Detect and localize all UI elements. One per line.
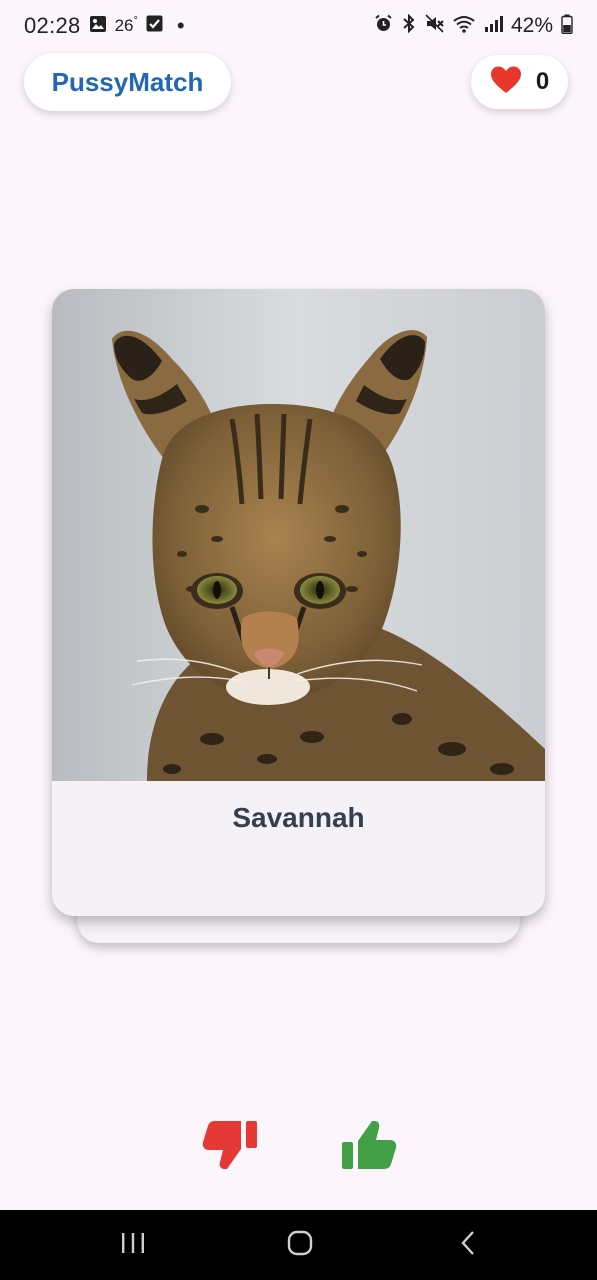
status-right: 42% [374,13,573,39]
battery-icon [561,14,573,39]
battery-percent: 42% [510,14,553,37]
home-icon [287,1230,313,1261]
bluetooth-icon [401,13,417,38]
status-left: 02:28 26° • [24,13,185,39]
wifi-icon [453,14,475,38]
recents-button[interactable] [93,1210,173,1280]
status-temperature: 26° [114,15,138,36]
back-icon [459,1230,477,1261]
dot-icon: • [176,13,185,38]
back-button[interactable] [428,1210,508,1280]
likes-counter[interactable]: 0 [471,55,568,109]
likes-count: 0 [535,68,550,95]
thumbs-down-icon [201,1118,259,1177]
home-button[interactable] [260,1210,340,1280]
heart-icon [490,66,522,99]
temperature-unit: ° [133,15,138,27]
app-title: PussyMatch [51,66,204,97]
cat-photo [52,289,545,781]
like-button[interactable] [338,1118,400,1176]
cat-breed-name: Savannah [232,802,365,833]
navigation-bar [0,1210,597,1280]
brand-pill: PussyMatch [24,53,231,111]
status-time: 02:28 [24,13,81,38]
thumbs-up-icon [340,1118,398,1177]
signal-icon [483,14,503,38]
mute-icon [425,14,445,38]
dislike-button[interactable] [199,1118,261,1176]
status-bar: 02:28 26° • 42% [0,0,597,52]
gallery-icon [89,15,107,38]
check-square-icon [146,15,163,37]
recents-icon [120,1232,146,1259]
temperature-value: 26 [114,16,134,35]
alarm-icon [374,14,393,38]
